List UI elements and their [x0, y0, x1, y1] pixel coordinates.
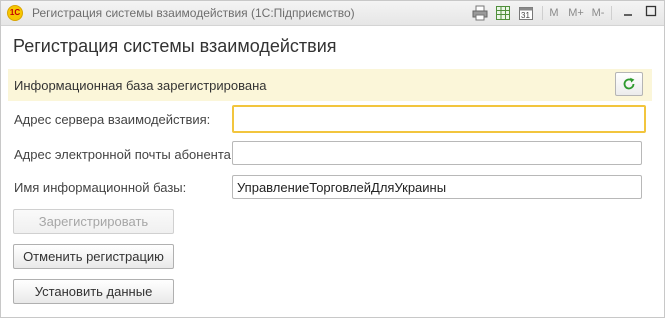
print-icon[interactable]	[471, 4, 489, 22]
infobase-name-input[interactable]	[232, 175, 642, 199]
app-logo-icon: 1С	[7, 5, 23, 21]
memory-icon[interactable]: M	[547, 4, 561, 22]
refresh-icon	[623, 77, 635, 90]
register-button[interactable]: Зарегистрировать	[13, 209, 174, 234]
refresh-button[interactable]	[615, 72, 643, 96]
server-address-input[interactable]	[232, 105, 646, 133]
email-address-label: Адрес электронной почты абонента:	[14, 147, 235, 162]
memory-minus-icon[interactable]: M-	[589, 4, 607, 22]
calendar-icon[interactable]: 31	[517, 4, 535, 22]
set-data-button[interactable]: Установить данные	[13, 279, 174, 304]
maximize-button[interactable]	[641, 4, 661, 22]
minimize-button[interactable]	[618, 4, 638, 22]
infobase-name-label: Имя информационной базы:	[14, 180, 187, 195]
toolbar-separator	[611, 6, 612, 20]
calendar-day: 31	[521, 11, 530, 20]
email-address-input[interactable]	[232, 141, 642, 165]
memory-plus-icon[interactable]: M+	[567, 4, 585, 22]
spreadsheet-icon[interactable]	[494, 4, 512, 22]
title-bar: 1С Регистрация системы взаимодействия (1…	[1, 1, 664, 26]
info-message: Информационная база зарегистрирована	[14, 78, 267, 93]
cancel-registration-button[interactable]: Отменить регистрацию	[13, 244, 174, 269]
dialog-window: 1С Регистрация системы взаимодействия (1…	[0, 0, 665, 318]
server-address-label: Адрес сервера взаимодействия:	[14, 112, 211, 127]
info-bar: Информационная база зарегистрирована	[8, 69, 652, 101]
toolbar-separator	[542, 6, 543, 20]
form-title: Регистрация системы взаимодействия	[13, 36, 337, 56]
window-title: Регистрация системы взаимодействия (1С:П…	[32, 6, 355, 20]
